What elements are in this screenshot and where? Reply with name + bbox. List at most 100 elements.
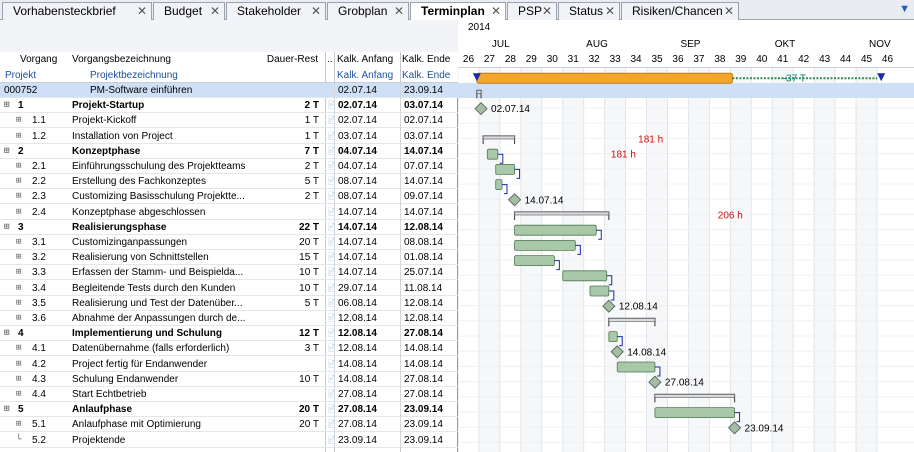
tree-expand-icon[interactable]: ⊞	[16, 189, 30, 204]
tab-stakeholder[interactable]: Stakeholder ✕	[226, 2, 326, 20]
table-row[interactable]: ⊞ 5 Anlaufphase 20 T 📄 27.08.14 23.09.14	[0, 402, 458, 418]
tree-expand-icon[interactable]: ⊞	[16, 265, 30, 280]
tree-expand-icon[interactable]: ⊞	[4, 98, 18, 113]
table-row[interactable]: ⊞ 3 Realisierungsphase 22 T 📄 14.07.14 12.08.1…	[0, 219, 458, 235]
task-name[interactable]: Project fertig für Endanwender	[72, 357, 252, 372]
task-bar[interactable]	[486, 148, 499, 160]
tree-expand-icon[interactable]: ⊞	[16, 235, 30, 250]
tab-close-icon[interactable]: ✕	[605, 3, 615, 19]
task-bar[interactable]	[654, 407, 735, 419]
tree-expand-icon[interactable]: ⊞	[16, 159, 30, 174]
task-name[interactable]: Projekt-Startup	[72, 98, 252, 113]
dependency-link[interactable]	[501, 184, 508, 195]
table-row[interactable]: ⊞ 3.4 Begleitende Tests durch den Kunden 10…	[0, 280, 458, 296]
tab-close-icon[interactable]: ✕	[311, 3, 321, 19]
task-name[interactable]: Erfassen der Stamm- und Beispielda...	[72, 265, 252, 280]
tab-psp[interactable]: PSP ✕	[507, 2, 557, 20]
tree-expand-icon[interactable]: └	[16, 433, 30, 448]
task-name[interactable]: Implementierung und Schulung	[72, 326, 252, 341]
tab-close-icon[interactable]: ✕	[394, 3, 404, 19]
col-header-bezeichnung[interactable]: Vorgangsbezeichnung	[72, 52, 252, 68]
tab-close-icon[interactable]: ✕	[137, 3, 147, 19]
task-name[interactable]: Installation von Project	[72, 129, 252, 144]
project-end-marker[interactable]	[877, 73, 886, 82]
tab-close-icon[interactable]: ✕	[210, 3, 220, 19]
table-row[interactable]: ⊞ 3.2 Realisierung von Schnittstellen 15 T 📄…	[0, 250, 458, 266]
tab-budget[interactable]: Budget ✕	[153, 2, 225, 20]
task-name[interactable]: PM-Software einführen	[90, 83, 270, 98]
summary-bar-fill[interactable]	[476, 90, 482, 94]
tree-expand-icon[interactable]: ⊞	[4, 402, 18, 417]
summary-bar-fill[interactable]	[482, 135, 515, 140]
table-row[interactable]: ⊞ 4 Implementierung und Schulung 12 T 📄 12.08…	[0, 326, 458, 342]
table-row[interactable]: └ 5.2 Projektende 📄 23.09.14 23.09.14	[0, 432, 458, 448]
task-bar[interactable]	[514, 239, 576, 251]
task-name[interactable]: Schulung Endanwender	[72, 372, 252, 387]
task-bar[interactable]	[608, 331, 618, 343]
task-name[interactable]: Erstellung des Fachkonzeptes	[72, 174, 252, 189]
tree-expand-icon[interactable]: ⊞	[16, 357, 30, 372]
tab-grobplan[interactable]: Grobplan ✕	[327, 2, 409, 20]
tree-expand-icon[interactable]: ⊞	[4, 326, 18, 341]
table-row[interactable]: ⊞ 2.3 Customizing Basisschulung Projektte.…	[0, 189, 458, 205]
task-name[interactable]: Customizinganpassungen	[72, 235, 252, 250]
tree-expand-icon[interactable]: ⊞	[16, 250, 30, 265]
summary-bar-fill[interactable]	[514, 211, 610, 216]
tree-expand-icon[interactable]: ⊞	[16, 113, 30, 128]
tab-close-icon[interactable]: ✕	[542, 3, 552, 19]
table-row[interactable]: ⊞ 4.3 Schulung Endanwender 10 T 📄 14.08.14 27.…	[0, 371, 458, 387]
table-row[interactable]: ⊞ 1.2 Installation von Project 1 T 📄 03.07.14…	[0, 128, 458, 144]
table-row[interactable]: ⊞ 2.1 Einführungsschulung des Projektteams…	[0, 159, 458, 174]
table-row[interactable]: ⊞ 2.2 Erstellung des Fachkonzeptes 5 T 📄 08.0…	[0, 174, 458, 190]
task-name[interactable]: Konzeptphase	[72, 144, 252, 159]
tree-expand-icon[interactable]: ⊞	[16, 417, 30, 432]
task-name[interactable]: Projekt-Kickoff	[72, 113, 252, 128]
tree-expand-icon[interactable]: ⊞	[16, 129, 30, 144]
task-bar[interactable]	[514, 224, 597, 236]
task-bar[interactable]	[589, 285, 610, 297]
tree-expand-icon[interactable]: ⊞	[4, 144, 18, 159]
table-row[interactable]: ⊞ 3.1 Customizinganpassungen 20 T 📄 14.07.14 0…	[0, 235, 458, 250]
tab-vorhabensteckbrief[interactable]: Vorhabensteckbrief ✕	[2, 2, 152, 20]
summary-bar-fill[interactable]	[654, 394, 735, 398]
tree-expand-icon[interactable]: ⊞	[16, 372, 30, 387]
table-row[interactable]: ⊞ 3.6 Abnahme der Anpassungen durch de... 📄…	[0, 311, 458, 326]
col-header-kalk-anfang[interactable]: Kalk. Anfang	[337, 52, 400, 68]
task-name[interactable]: Begleitende Tests durch den Kunden	[72, 281, 252, 296]
table-row[interactable]: ⊞ 1 Projekt-Startup 2 T 📄 02.07.14 03.07.14	[0, 98, 458, 114]
task-name[interactable]: Customizing Basisschulung Projektte...	[72, 189, 252, 204]
project-bar[interactable]	[476, 72, 733, 84]
tab-status[interactable]: Status ✕	[558, 2, 620, 20]
table-row[interactable]: ⊞ 2.4 Konzeptphase abgeschlossen 📄 14.07.14 1…	[0, 204, 458, 220]
tree-expand-icon[interactable]: ⊞	[16, 296, 30, 311]
task-name[interactable]: Realisierung von Schnittstellen	[72, 250, 252, 265]
tree-expand-icon[interactable]: ⊞	[16, 174, 30, 189]
table-row[interactable]: ⊞ 4.4 Start Echtbetrieb 📄 27.08.14 27.08.14	[0, 387, 458, 402]
task-name[interactable]: Einführungsschulung des Projektteams	[72, 159, 252, 174]
tree-expand-icon[interactable]: ⊞	[16, 387, 30, 402]
task-bar[interactable]	[495, 179, 503, 191]
tab-terminplan[interactable]: Terminplan ✕	[410, 2, 506, 21]
task-name[interactable]: Abnahme der Anpassungen durch de...	[72, 311, 252, 326]
tree-expand-icon[interactable]: ⊞	[16, 205, 30, 220]
tab-overflow-menu-icon[interactable]: ▼	[899, 3, 910, 15]
task-name[interactable]: Realisierungsphase	[72, 220, 252, 235]
tab-close-icon[interactable]: ✕	[724, 3, 734, 19]
col-header-dauer-rest[interactable]: Dauer-Rest	[256, 52, 318, 68]
table-row[interactable]: ⊞ 3.5 Realisierung und Test der Datenüber.…	[0, 295, 458, 311]
tree-expand-icon[interactable]: ⊞	[16, 341, 30, 356]
tab-close-icon[interactable]: ✕	[491, 3, 501, 19]
task-bar[interactable]	[495, 163, 515, 175]
add-task-icon[interactable]: +	[57, 54, 60, 65]
tab-risiken-chancen[interactable]: Risiken/Chancen ✕	[621, 2, 739, 20]
task-name[interactable]: Projektende	[72, 433, 252, 448]
tree-expand-icon[interactable]: ⊞	[4, 220, 18, 235]
task-name[interactable]: Realisierung und Test der Datenüber...	[72, 296, 252, 311]
dependency-link[interactable]	[596, 229, 602, 240]
table-row[interactable]: ⊞ 5.1 Anlaufphase mit Optimierung 20 T 📄 27.0…	[0, 417, 458, 433]
table-row[interactable]: ⊞ 3.3 Erfassen der Stamm- und Beispielda..…	[0, 265, 458, 281]
task-bar[interactable]	[616, 361, 656, 373]
summary-bar-fill[interactable]	[608, 318, 656, 322]
table-row[interactable]: ⊞ 1.1 Projekt-Kickoff 1 T 📄 02.07.14 02.07.14	[0, 113, 458, 129]
task-name[interactable]: Datenübernahme (falls erforderlich)	[72, 341, 252, 356]
